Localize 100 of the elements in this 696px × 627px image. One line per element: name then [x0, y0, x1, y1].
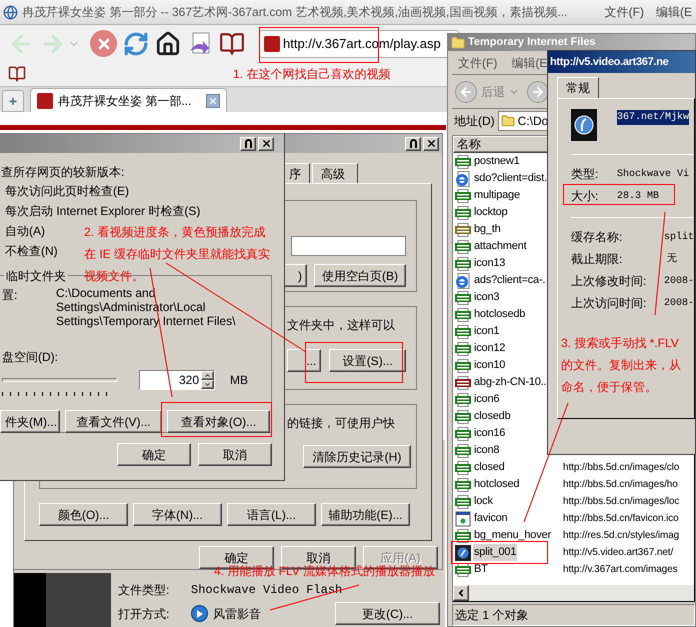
- file-item[interactable]: locktop: [455, 204, 508, 221]
- image-file-icon: [455, 222, 471, 236]
- field-value: 无: [667, 252, 677, 266]
- window-title: http://v5.video.art367.ne: [550, 54, 668, 70]
- field-label: 类型:: [571, 166, 600, 183]
- browser-tab[interactable]: 冉茂芹裸女坐姿 第一部...: [30, 88, 227, 112]
- file-item[interactable]: sdo?client=dist.: [455, 170, 548, 187]
- dialog-button[interactable]: 颜色(O)...: [39, 503, 128, 526]
- file-item[interactable]: icon13: [455, 255, 506, 272]
- file-item[interactable]: bg_menu_hover: [455, 527, 552, 544]
- dialog-button[interactable]: ...: [287, 349, 322, 372]
- menu-item[interactable]: 编辑(E: [511, 54, 548, 72]
- file-item[interactable]: closedb: [455, 408, 512, 425]
- dialog-button[interactable]: 字体(N)...: [133, 503, 222, 526]
- scroll-left-button[interactable]: [453, 585, 469, 601]
- dialog-button[interactable]: 语言(L)...: [227, 503, 316, 526]
- radio-option-label[interactable]: 每次访问此页时检查(E): [5, 181, 129, 201]
- image-file-icon: [455, 410, 471, 424]
- site-logo-icon: [264, 36, 280, 52]
- dialog-button[interactable]: 辅助功能(E)...: [321, 503, 410, 526]
- annotation-text: 1. 在这个网找自己喜欢的视频: [233, 66, 390, 83]
- selected-url-text[interactable]: 367.net/Mjkw: [617, 110, 690, 125]
- close-icon: [260, 138, 272, 149]
- section-heading: 查所存网页的较新版本:: [1, 164, 124, 181]
- file-item[interactable]: lock: [455, 493, 494, 510]
- slider-track[interactable]: [2, 378, 117, 382]
- input-field[interactable]: [291, 236, 406, 256]
- file-item[interactable]: hotclosedb: [455, 306, 526, 323]
- stop-icon: [90, 30, 117, 57]
- field-value: Shockwave Video Flash: [191, 582, 342, 599]
- file-item[interactable]: icon12: [455, 340, 506, 357]
- image-file-icon: [455, 376, 471, 390]
- file-item[interactable]: icon1: [455, 323, 500, 340]
- table-cell-text: http://bbs.5d.cn/images/ho: [563, 478, 678, 492]
- menu-item[interactable]: 文件(F): [604, 3, 644, 21]
- folder-icon: [451, 36, 465, 50]
- file-item[interactable]: abg-zh-CN-10..: [455, 374, 548, 391]
- help-button[interactable]: [405, 136, 421, 150]
- field-label: 上次访问时间:: [571, 295, 648, 312]
- change-button[interactable]: 更改(C)...: [335, 602, 440, 625]
- field-value: Shockwave Vi: [617, 168, 690, 182]
- window-title: 冉茂芹裸女坐姿 第一部分 -- 367艺术网-367art.com 艺术视频,美术视频,油画视频,国画视频，素描视频...: [22, 4, 568, 21]
- home-icon: [155, 30, 181, 56]
- image-file-icon: [455, 154, 471, 168]
- field-label: 截止期限:: [571, 251, 624, 268]
- file-item[interactable]: icon10: [455, 357, 506, 374]
- file-item[interactable]: icon3: [455, 289, 500, 306]
- radio-option-label[interactable]: 每次启动 Internet Explorer 时检查(S): [5, 201, 200, 221]
- radio-option-label[interactable]: 不检查(N): [5, 241, 58, 261]
- file-item[interactable]: BT: [455, 561, 489, 578]
- dialog-button[interactable]: 查看对象(O)...: [167, 410, 270, 433]
- file-item[interactable]: bg_th: [455, 221, 502, 238]
- address-label: 地址(D): [454, 113, 495, 130]
- file-item[interactable]: icon6: [455, 391, 500, 408]
- dialog-tab[interactable]: 高级: [312, 163, 358, 183]
- settings-button[interactable]: 设置(S)...: [329, 349, 406, 372]
- file-item[interactable]: postnew1: [455, 153, 520, 170]
- image-file-icon: [455, 290, 471, 304]
- spin-value: 320: [178, 372, 200, 389]
- field-label: 大小:: [571, 188, 600, 205]
- web-page-icon: [455, 272, 471, 288]
- dialog-button[interactable]: 确定: [117, 443, 191, 466]
- image-file-icon: [455, 478, 471, 492]
- image-file-icon: [455, 562, 471, 576]
- new-tab-button[interactable]: +: [2, 90, 24, 112]
- file-item[interactable]: attachment: [455, 238, 528, 255]
- file-item[interactable]: icon8: [455, 442, 500, 459]
- image-file-icon: [455, 392, 471, 406]
- window-title: Temporary Internet Files: [468, 35, 596, 50]
- radio-option-label[interactable]: 自动(A): [5, 221, 45, 241]
- group-label: 临时文件夹: [4, 267, 68, 285]
- menu-item[interactable]: 编辑(E: [656, 3, 692, 21]
- file-item[interactable]: multipage: [455, 187, 521, 204]
- unit-label: MB: [230, 372, 248, 389]
- close-button[interactable]: [258, 136, 274, 150]
- description-text: 文件夹中，这样可以: [287, 317, 396, 334]
- clear-history-button[interactable]: 清除历史记录(H): [303, 445, 411, 468]
- dialog-button[interactable]: 件夹(M)...: [0, 410, 60, 433]
- field-label: 缓存名称:: [571, 229, 624, 246]
- dialog-tab[interactable]: 常规: [557, 77, 599, 98]
- spin-up-icon: [201, 371, 214, 380]
- file-item[interactable]: hotclosed: [455, 476, 520, 493]
- spin-field[interactable]: 320: [139, 370, 215, 390]
- dialog-button[interactable]: 查看文件(V)...: [65, 410, 162, 433]
- file-item[interactable]: ads?client=ca-.: [455, 272, 546, 289]
- dialog-button[interactable]: 使用空白页(B): [314, 264, 406, 287]
- close-icon: [426, 138, 436, 149]
- file-item[interactable]: icon16: [455, 425, 506, 442]
- file-item[interactable]: favicon: [455, 510, 508, 527]
- image-file-icon: [455, 324, 471, 338]
- dialog-button[interactable]: 取消: [198, 443, 272, 466]
- close-tab-icon: [206, 94, 220, 108]
- image-file-icon: [455, 358, 471, 372]
- menu-item[interactable]: 文件(F): [458, 54, 498, 72]
- close-button[interactable]: [423, 136, 439, 150]
- file-item[interactable]: closed: [455, 459, 506, 476]
- image-file-icon: [455, 426, 471, 440]
- help-button[interactable]: [240, 136, 256, 150]
- bookmarks-icon: [219, 30, 245, 56]
- field-label: 文件类型:: [118, 582, 170, 599]
